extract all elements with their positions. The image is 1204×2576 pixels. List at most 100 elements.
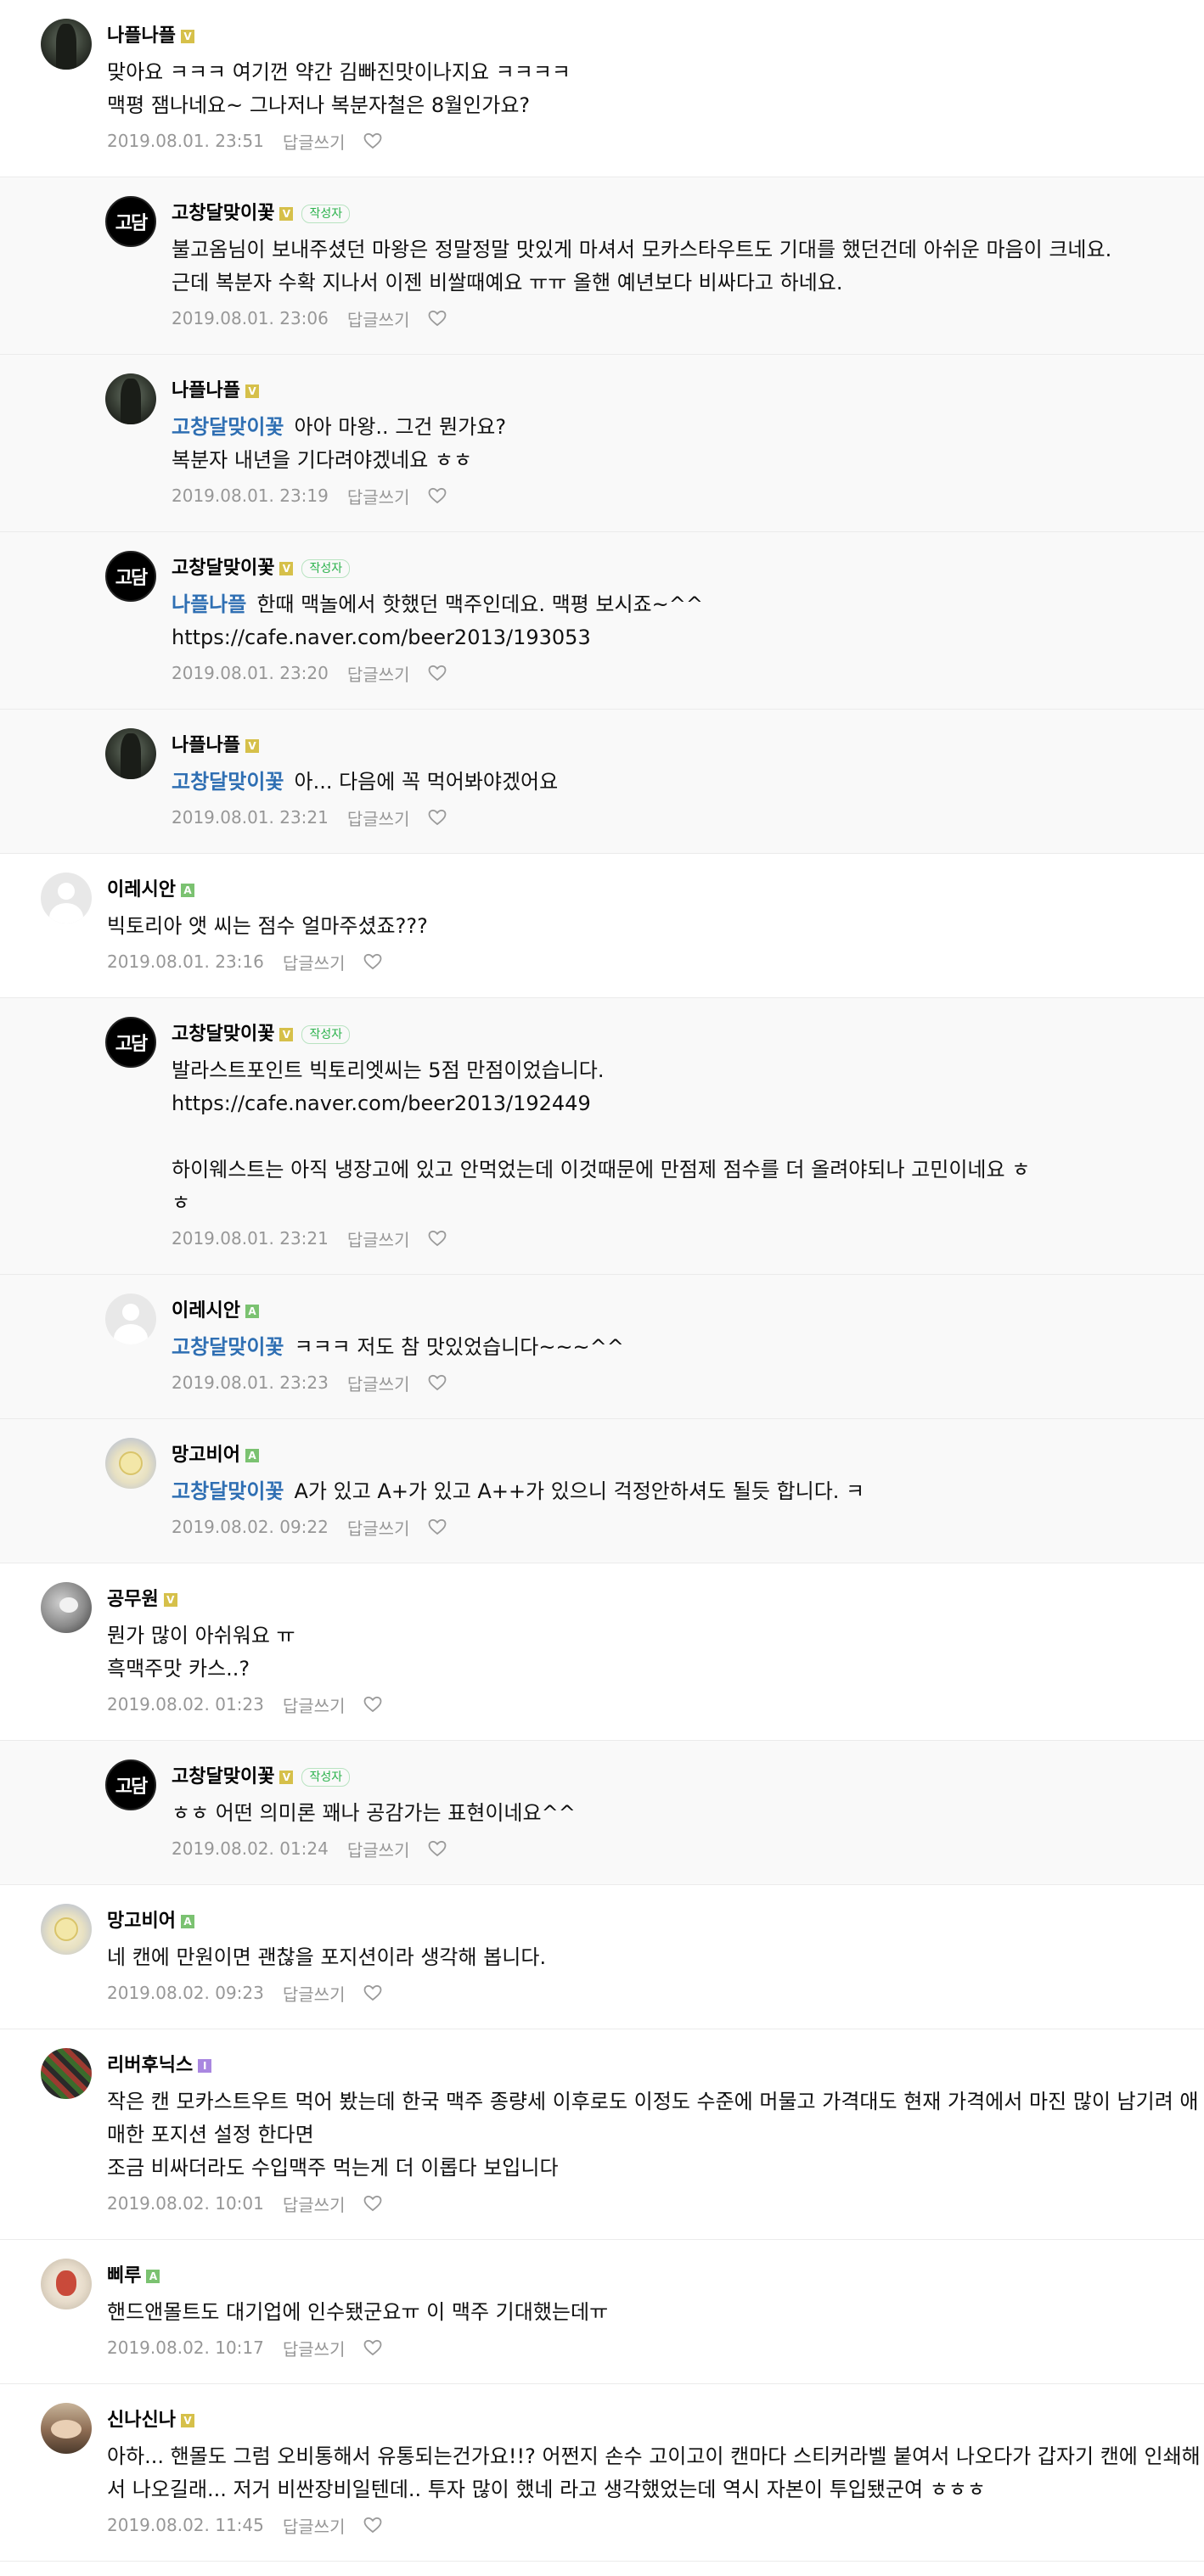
nickname[interactable]: 이레시안 (172, 1299, 240, 1324)
reply-button[interactable]: 답글쓰기 (283, 2192, 346, 2216)
reply-button[interactable]: 답글쓰기 (347, 661, 410, 686)
nickname[interactable]: 망고비어 (107, 1909, 176, 1934)
comment-meta: 2019.08.02. 10:17 답글쓰기 (107, 2336, 1204, 2360)
nickname[interactable]: 이레시안 (107, 878, 176, 903)
comment-text: 아하... 핸몰도 그럼 오비통해서 유통되는건가요!!? 어쩐지 손수 고이고… (107, 2440, 1204, 2506)
comment-date: 2019.08.01. 23:16 (107, 951, 264, 972)
member-grade-icon: V (245, 384, 259, 398)
line-text: A가 있고 A+가 있고 A++가 있으니 걱정안하셔도 될듯 합니다. ㅋ (294, 1479, 865, 1503)
comment-header: 나플나플 V (172, 733, 1204, 759)
reply-button[interactable]: 답글쓰기 (283, 129, 346, 154)
member-grade-icon: V (245, 739, 259, 753)
reply-button[interactable]: 답글쓰기 (347, 805, 410, 830)
comment-date: 2019.08.01. 23:21 (172, 807, 329, 828)
comment-line: 고창달맞이꽃 A가 있고 A+가 있고 A++가 있으니 걱정안하셔도 될듯 합니… (172, 1475, 1204, 1508)
reply-button[interactable]: 답글쓰기 (347, 1515, 410, 1540)
comment-header: 망고비어 A (107, 1909, 1204, 1934)
comment-header: 망고비어 A (172, 1443, 1204, 1468)
member-grade-icon: A (146, 2270, 160, 2283)
reply-button[interactable]: 답글쓰기 (283, 950, 346, 974)
default-avatar[interactable] (105, 1294, 156, 1344)
mango-avatar[interactable] (105, 1438, 156, 1489)
heart-icon[interactable] (363, 953, 382, 970)
heart-icon[interactable] (363, 132, 382, 149)
naple-avatar[interactable] (41, 19, 92, 70)
line-text: 근데 복분자 수확 지나서 이젠 비쌀때예요 ㅠㅠ 올핸 예년보다 비싸다고 하… (172, 271, 843, 295)
line-text: 맥평 잼나네요~ 그나저나 복분자철은 8월인가요? (107, 93, 531, 117)
nickname[interactable]: 공무원 (107, 1587, 159, 1613)
mango-avatar[interactable] (41, 1904, 92, 1955)
comment-line (172, 1120, 1204, 1153)
heart-icon[interactable] (428, 487, 447, 504)
nickname[interactable]: 리버후닉스 (107, 2053, 193, 2079)
nickname[interactable]: 나플나플 (172, 733, 240, 759)
gochang-logo: 고담 (115, 1034, 148, 1055)
shina-avatar[interactable] (41, 2403, 92, 2454)
heart-icon[interactable] (428, 1230, 447, 1247)
heart-icon[interactable] (428, 310, 447, 327)
heart-icon[interactable] (363, 2517, 382, 2534)
gongmu-avatar[interactable] (41, 1582, 92, 1633)
default-avatar[interactable] (41, 873, 92, 923)
heart-icon[interactable] (428, 1840, 447, 1857)
heart-icon[interactable] (363, 1696, 382, 1713)
comment-text: 고창달맞이꽃 ㅋㅋㅋ 저도 참 맛있었습니다~~~^^ (172, 1331, 1204, 1364)
reply-button[interactable]: 답글쓰기 (347, 1837, 410, 1861)
comment-text: ㅎㅎ 어떤 의미론 꽤나 공감가는 표현이네요^^ (172, 1797, 1204, 1830)
reply-button[interactable]: 답글쓰기 (347, 484, 410, 508)
comment-header: 리버후닉스 I (107, 2053, 1204, 2079)
mention-link[interactable]: 고창달맞이꽃 (172, 415, 284, 439)
nickname[interactable]: 나플나플 (172, 379, 240, 404)
reply-button[interactable]: 답글쓰기 (347, 1371, 410, 1395)
mention-link[interactable]: 나플나플 (172, 592, 246, 616)
author-badge: 작성자 (301, 559, 351, 578)
reply-button[interactable]: 답글쓰기 (347, 306, 410, 331)
mention-link[interactable]: 고창달맞이꽃 (172, 1335, 284, 1359)
gochang-avatar[interactable]: 고담 (105, 196, 156, 247)
mention-link[interactable]: 고창달맞이꽃 (172, 770, 284, 794)
heart-icon[interactable] (428, 1374, 447, 1391)
nickname[interactable]: 고창달맞이꽃 (172, 556, 274, 581)
nickname[interactable]: 고창달맞이꽃 (172, 1765, 274, 1790)
reply-button[interactable]: 답글쓰기 (283, 2513, 346, 2538)
comment-line: 조금 비싸더라도 수입맥주 먹는게 더 이롭다 보입니다 (107, 2152, 1204, 2185)
gochang-avatar[interactable]: 고담 (105, 551, 156, 602)
comment-header: 고창달맞이꽃 V 작성자 (172, 556, 1204, 581)
comment-item: 리버후닉스 I 작은 캔 모카스트우트 먹어 봤는데 한국 맥주 종량세 이후로도 … (0, 2029, 1204, 2240)
reply-comment: 고담 고창달맞이꽃 V 작성자 나플나플 한때 맥놀에서 핫했던 맥주인데요. 맥평 보시… (0, 532, 1204, 710)
naple-avatar[interactable] (105, 373, 156, 424)
line-text: 빅토리아 앳 씨는 점수 얼마주셨죠??? (107, 914, 428, 938)
gochang-logo: 고담 (115, 1776, 148, 1798)
nickname[interactable]: 고창달맞이꽃 (172, 201, 274, 227)
comment-meta: 2019.08.01. 23:19 답글쓰기 (172, 484, 1204, 508)
comment-line: 작은 캔 모카스트우트 먹어 봤는데 한국 맥주 종량세 이후로도 이정도 수준… (107, 2085, 1204, 2152)
comment-date: 2019.08.02. 10:01 (107, 2193, 264, 2214)
reply-button[interactable]: 답글쓰기 (283, 1692, 346, 1717)
comment-header: 공무원 V (107, 1587, 1204, 1613)
gochang-avatar[interactable]: 고담 (105, 1017, 156, 1068)
nickname[interactable]: 고창달맞이꽃 (172, 1022, 274, 1047)
heart-icon[interactable] (363, 2195, 382, 2212)
comment-date: 2019.08.02. 09:22 (172, 1517, 329, 1537)
reply-button[interactable]: 답글쓰기 (283, 1981, 346, 2006)
reply-comment: 고담 고창달맞이꽃 V 작성자 불고옴님이 보내주셨던 마왕은 정말정말 맛있게 마셔서… (0, 177, 1204, 355)
heart-icon[interactable] (428, 665, 447, 682)
nickname[interactable]: 망고비어 (172, 1443, 240, 1468)
ppiru-avatar[interactable] (41, 2259, 92, 2309)
mention-link[interactable]: 고창달맞이꽃 (172, 1479, 284, 1503)
comment-date: 2019.08.01. 23:23 (172, 1372, 329, 1393)
nickname[interactable]: 신나신나 (107, 2408, 176, 2433)
reply-button[interactable]: 답글쓰기 (283, 2336, 346, 2360)
heart-icon[interactable] (363, 2339, 382, 2356)
line-text: 맞아요 ㅋㅋㅋ 여기껀 약간 김빠진맛이나지요 ㅋㅋㅋㅋ (107, 60, 571, 84)
nickname[interactable]: 나플나플 (107, 24, 176, 49)
heart-icon[interactable] (363, 1984, 382, 2001)
gochang-avatar[interactable]: 고담 (105, 1759, 156, 1810)
heart-icon[interactable] (428, 809, 447, 826)
river-avatar[interactable] (41, 2048, 92, 2099)
naple-avatar[interactable] (105, 728, 156, 779)
reply-button[interactable]: 답글쓰기 (347, 1226, 410, 1251)
nickname[interactable]: 삐루 (107, 2264, 141, 2289)
comment-line: 고창달맞이꽃 ㅋㅋㅋ 저도 참 맛있었습니다~~~^^ (172, 1331, 1204, 1364)
heart-icon[interactable] (428, 1518, 447, 1535)
